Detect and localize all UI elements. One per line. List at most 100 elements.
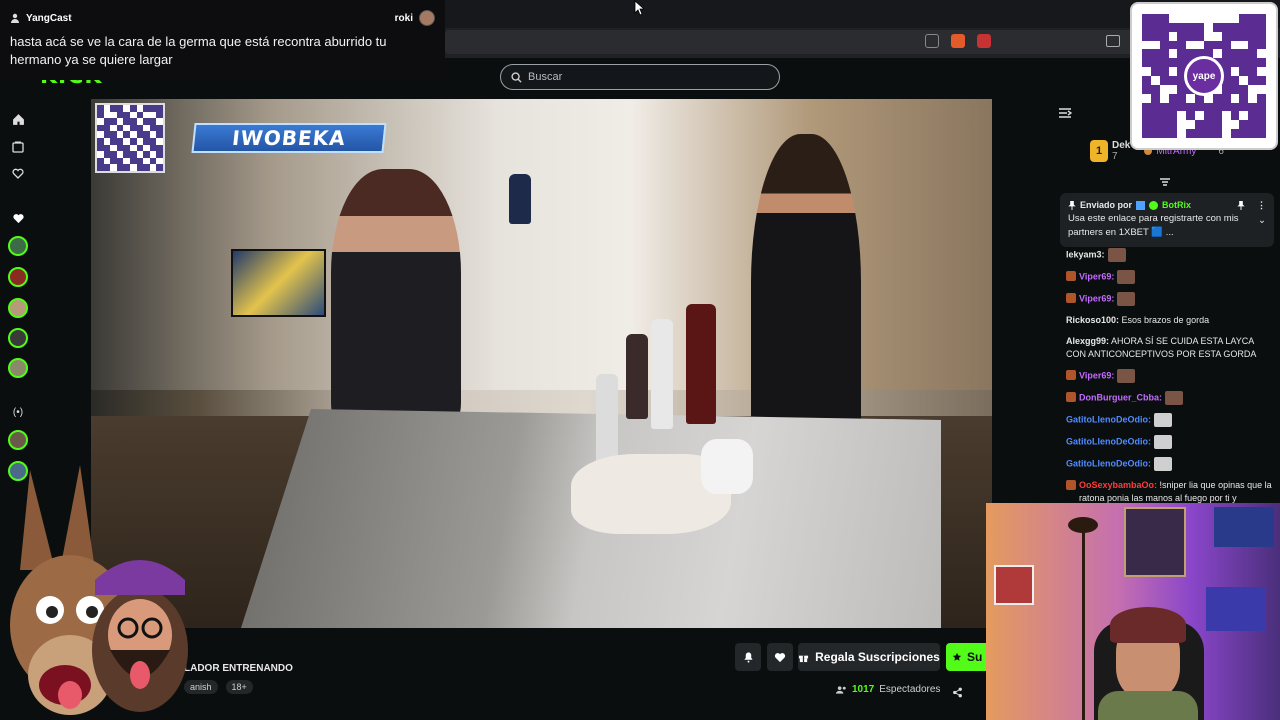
extension-icon[interactable]	[977, 34, 991, 48]
chat-username[interactable]: Viper69:	[1079, 271, 1114, 281]
gift-icon	[799, 655, 809, 662]
chat-username[interactable]: Viper69:	[1079, 293, 1114, 303]
streamer-shirt	[1098, 691, 1198, 720]
following-section-icon	[9, 209, 27, 227]
face-emote-icon	[1117, 292, 1136, 306]
yape-logo: yape	[1184, 56, 1224, 96]
cat-emote-icon	[1154, 435, 1172, 449]
donation-qr-code: yape	[1130, 2, 1278, 150]
donkey-mascot-overlay	[10, 465, 188, 715]
user-icon	[11, 13, 19, 23]
chevron-down-icon[interactable]: ⌄	[1258, 214, 1266, 228]
address-bar[interactable]	[445, 30, 1135, 54]
alert-message: hasta acá se ve la cara de la germa que …	[10, 34, 387, 67]
user-badge-icon	[1066, 271, 1076, 281]
chat-username[interactable]: Viper69:	[1079, 370, 1114, 380]
chat-message[interactable]: Viper69:	[1066, 369, 1276, 383]
cat-emote-icon	[1154, 413, 1172, 427]
chat-message[interactable]: GatitoLlenoDeOdio:	[1066, 413, 1276, 427]
wall-frame	[1124, 507, 1186, 577]
followed-channel-avatar[interactable]	[8, 236, 28, 256]
qr-code-overlay	[95, 103, 165, 173]
browse-icon[interactable]	[9, 138, 27, 156]
search-placeholder: Buscar	[528, 71, 563, 83]
chat-username[interactable]: GatitoLlenoDeOdio:	[1066, 414, 1151, 424]
recommended-channel-avatar[interactable]	[8, 430, 28, 450]
face-emote-icon	[1165, 391, 1183, 405]
bottle	[651, 319, 673, 429]
face-emote-icon	[1107, 248, 1126, 262]
leaderboard-name[interactable]: Dek	[1112, 140, 1130, 151]
alert-channel-name: YangCast	[26, 12, 72, 24]
sidebar-toggle-icon[interactable]	[1106, 35, 1120, 47]
pinned-sent-by: Enviado por	[1080, 200, 1133, 210]
leaderboard-rank-badge: 1	[1090, 140, 1108, 162]
share-icon[interactable]	[925, 34, 939, 48]
brave-shield-icon[interactable]	[951, 34, 965, 48]
chat-message[interactable]: Viper69:	[1066, 270, 1276, 284]
verified-icon	[1149, 200, 1159, 210]
bell-icon	[743, 652, 753, 663]
streamer-man	[751, 134, 861, 464]
subscribe-button[interactable]: Su	[946, 643, 990, 671]
viewers-icon	[836, 685, 846, 694]
video-player[interactable]: IWOBEKA	[91, 99, 992, 628]
subscribe-label: Su	[967, 650, 983, 664]
chat-message[interactable]: Viper69:	[1066, 292, 1276, 306]
pin-icon	[1068, 200, 1076, 210]
recommended-icon: (•)	[12, 406, 24, 418]
streamer-woman	[331, 169, 461, 429]
webcam-overlay	[986, 503, 1280, 720]
star-icon	[952, 652, 962, 661]
gift-subscriptions-button[interactable]: Regala Suscripciones	[798, 643, 940, 671]
search-icon	[511, 71, 522, 83]
pinned-text: Usa este enlace para registrarte con mis…	[1068, 213, 1239, 238]
search-input[interactable]: Buscar	[500, 64, 780, 90]
following-heart-icon[interactable]	[9, 165, 27, 183]
chat-message[interactable]: OoSexybambaOo: !sniper lia que opinas qu…	[1066, 479, 1276, 505]
home-icon[interactable]	[9, 110, 27, 128]
viewer-number: 1017	[852, 684, 875, 695]
wall-painting	[231, 249, 326, 317]
cat-emote-icon	[1154, 457, 1172, 471]
chat-username[interactable]: DonBurguer_Cbba:	[1079, 392, 1162, 402]
chat-message[interactable]: lekyam3:	[1066, 248, 1276, 262]
paper-roll	[701, 439, 753, 494]
age-tag[interactable]: 18+	[225, 680, 253, 694]
chat-username[interactable]: GatitoLlenoDeOdio:	[1066, 436, 1151, 446]
bottle	[509, 174, 531, 224]
pinned-message[interactable]: Enviado por BotRix ⋮ Usa este enlace par…	[1060, 193, 1274, 247]
viewer-label: Espectadores	[879, 684, 941, 695]
overlay-banner: IWOBEKA	[191, 123, 387, 153]
chat-message[interactable]: Alexgg99: AHORA SÍ SE CUIDA ESTA LAYCA C…	[1066, 335, 1276, 361]
chat-username[interactable]: Rickoso100:	[1066, 315, 1119, 325]
mouse-cursor-icon	[634, 0, 644, 16]
chat-alert-overlay: YangCast roki hasta acá se ve la cara de…	[0, 0, 445, 80]
user-badge-icon	[1066, 370, 1076, 380]
followed-channel-avatar[interactable]	[8, 328, 28, 348]
chat-message[interactable]: GatitoLlenoDeOdio:	[1066, 457, 1276, 471]
chat-username[interactable]: GatitoLlenoDeOdio:	[1066, 458, 1151, 468]
followed-channel-avatar[interactable]	[8, 358, 28, 378]
followed-channel-avatar[interactable]	[8, 267, 28, 287]
chat-settings-icon[interactable]	[1160, 174, 1170, 186]
stream-title: LADOR ENTRENANDO	[184, 663, 293, 674]
leaderboard-count: 7	[1112, 151, 1118, 162]
alert-user-name: roki	[394, 12, 413, 24]
chat-username[interactable]: OoSexybambaOo:	[1079, 480, 1157, 490]
avatar	[419, 10, 435, 26]
viewer-count: 1017 Espectadores	[836, 684, 940, 695]
share-icon[interactable]	[952, 685, 963, 703]
chat-message[interactable]: DonBurguer_Cbba:	[1066, 391, 1276, 405]
collapse-chat-icon[interactable]	[1058, 106, 1073, 124]
chat-username[interactable]: Alexgg99:	[1066, 336, 1109, 346]
notification-bell-button[interactable]	[735, 643, 761, 671]
chat-username[interactable]: lekyam3:	[1066, 249, 1105, 259]
more-options-icon[interactable]: ⋮	[1257, 198, 1266, 212]
chat-message[interactable]: Rickoso100: Esos brazos de gorda	[1066, 314, 1276, 327]
pin-icon[interactable]	[1237, 200, 1245, 210]
followed-channel-avatar[interactable]	[8, 298, 28, 318]
follow-button[interactable]	[767, 643, 793, 671]
chat-message[interactable]: GatitoLlenoDeOdio:	[1066, 435, 1276, 449]
pinned-sender[interactable]: BotRix	[1162, 198, 1191, 212]
